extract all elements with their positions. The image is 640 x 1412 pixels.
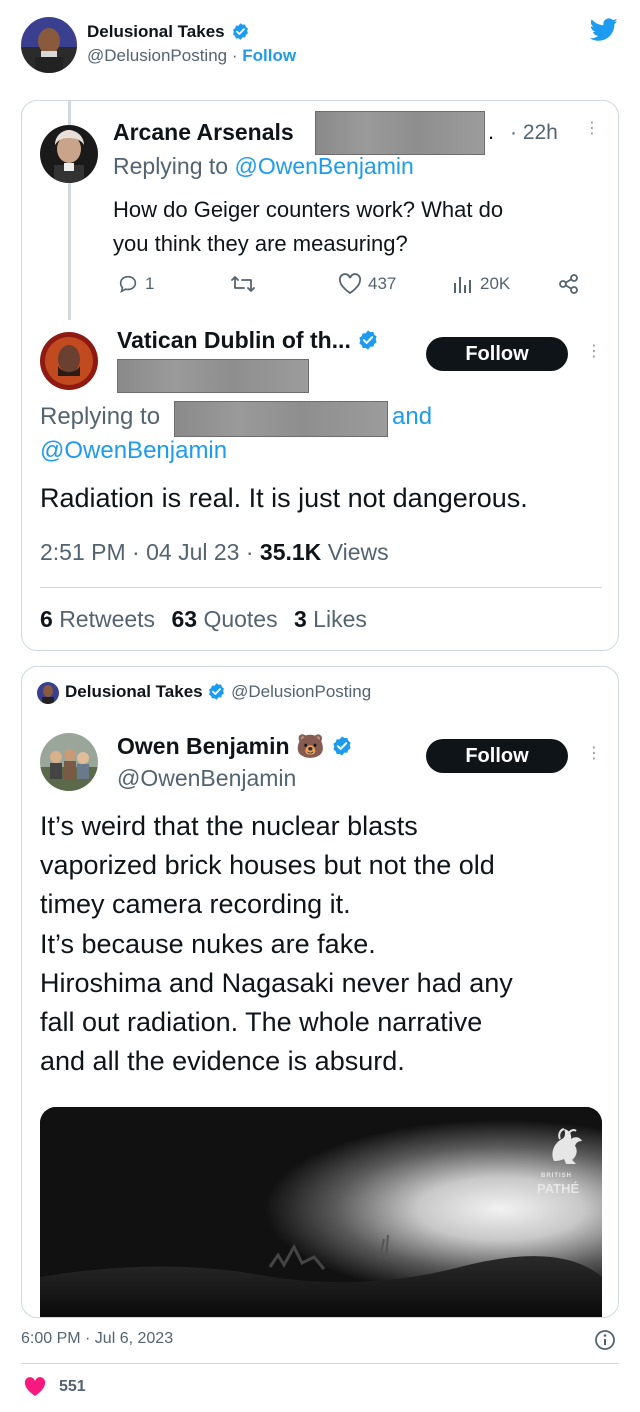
- info-icon[interactable]: [594, 1329, 616, 1356]
- divider: [21, 1363, 619, 1364]
- quotes-stat[interactable]: 63 Quotes: [171, 606, 277, 632]
- name-trail: .: [488, 119, 495, 144]
- redacted-name: [315, 111, 485, 155]
- main-replying-to: Replying to: [40, 403, 161, 430]
- reply-author-avatar[interactable]: [40, 125, 98, 183]
- retweet-action[interactable]: [230, 273, 256, 295]
- embedded-screenshot-1: Arcane Arsenals . · 22h ⋮ Replying to @O…: [21, 100, 619, 651]
- inner-author-name: Owen Benjamin 🐻: [117, 733, 353, 760]
- author-avatar[interactable]: [21, 17, 77, 73]
- main-tweet-meta: 2:51 PM · 04 Jul 23 · 35.1K Views: [40, 539, 389, 565]
- replying-handle-link[interactable]: @OwenBenjamin: [40, 437, 227, 465]
- inner-tweet-text: It’s weird that the nuclear blasts vapor…: [40, 811, 513, 1077]
- reply-action[interactable]: 1: [117, 273, 154, 295]
- pathe-rooster-logo: [540, 1121, 588, 1174]
- follow-button: Follow: [426, 739, 568, 773]
- redacted-mentions: [174, 401, 388, 437]
- main-author-avatar[interactable]: [40, 332, 98, 390]
- bear-emoji: 🐻: [295, 733, 325, 759]
- verified-badge-icon: [233, 22, 249, 40]
- main-author-name[interactable]: Vatican Dublin of th...: [117, 327, 379, 354]
- engagement-stats: 6 Retweets 63 Quotes 3 Likes: [40, 606, 367, 633]
- follow-link[interactable]: Follow: [242, 46, 296, 65]
- heart-icon: [338, 273, 362, 295]
- author-display-name[interactable]: Delusional Takes: [87, 22, 250, 42]
- heart-filled-icon: [24, 1377, 46, 1396]
- reply-replying-to: Replying to @OwenBenjamin: [113, 153, 414, 179]
- tweet-timestamp[interactable]: 6:00 PM · Jul 6, 2023: [21, 1330, 173, 1348]
- like-count: 551: [59, 1378, 86, 1395]
- quote-author-handle: @DelusionPosting: [231, 682, 372, 701]
- inner-author-handle: @OwenBenjamin: [117, 765, 297, 791]
- retweets-stat[interactable]: 6 Retweets: [40, 606, 155, 632]
- replying-handle-link[interactable]: @OwenBenjamin: [234, 153, 413, 179]
- author-handle[interactable]: @DelusionPosting: [87, 46, 227, 65]
- main-tweet-text: Radiation is real. It is just not danger…: [40, 483, 528, 513]
- quote-author-row: Delusional Takes @DelusionPosting: [65, 682, 371, 702]
- like-action[interactable]: 437: [338, 273, 396, 295]
- reply-icon: [119, 275, 137, 293]
- quoted-tweet[interactable]: Delusional Takes @DelusionPosting Owen B…: [21, 666, 619, 1318]
- share-action[interactable]: [558, 273, 580, 295]
- share-icon: [559, 274, 578, 294]
- redacted-handle: [117, 359, 309, 393]
- more-options-icon[interactable]: ⋮: [584, 121, 600, 137]
- reply-time[interactable]: · 22h: [510, 121, 558, 145]
- verified-badge-icon: [359, 330, 377, 350]
- reply-author-name[interactable]: Arcane Arsenals: [113, 119, 294, 146]
- retweet-icon: [231, 276, 255, 292]
- more-options-icon: ⋮: [586, 745, 602, 762]
- quote-author-name: Delusional Takes: [65, 682, 203, 701]
- inner-author-avatar: [40, 733, 98, 791]
- verified-badge-icon: [209, 682, 225, 700]
- verified-badge-icon: [333, 736, 351, 756]
- watermark-small: BRITISH: [541, 1173, 572, 1179]
- reply-text: How do Geiger counters work? What do you…: [113, 197, 504, 256]
- twitter-bird-icon[interactable]: [589, 18, 618, 47]
- like-button[interactable]: 551: [23, 1376, 86, 1398]
- quote-author-avatar: [37, 682, 59, 704]
- likes-stat[interactable]: 3 Likes: [294, 606, 367, 632]
- author-handle-row: @DelusionPosting · Follow: [87, 46, 296, 66]
- watermark: PATHÉ: [537, 1181, 580, 1196]
- views-chart-icon: [454, 277, 471, 293]
- views-action[interactable]: 20K: [452, 273, 510, 295]
- nuclear-blast-video-thumbnail: BRITISH PATHÉ: [40, 1107, 602, 1317]
- replying-and: and: [392, 403, 433, 430]
- more-options-icon[interactable]: ⋮: [586, 344, 602, 360]
- follow-button[interactable]: Follow: [426, 337, 568, 371]
- divider: [40, 587, 602, 588]
- handle-separator: ·: [231, 46, 238, 65]
